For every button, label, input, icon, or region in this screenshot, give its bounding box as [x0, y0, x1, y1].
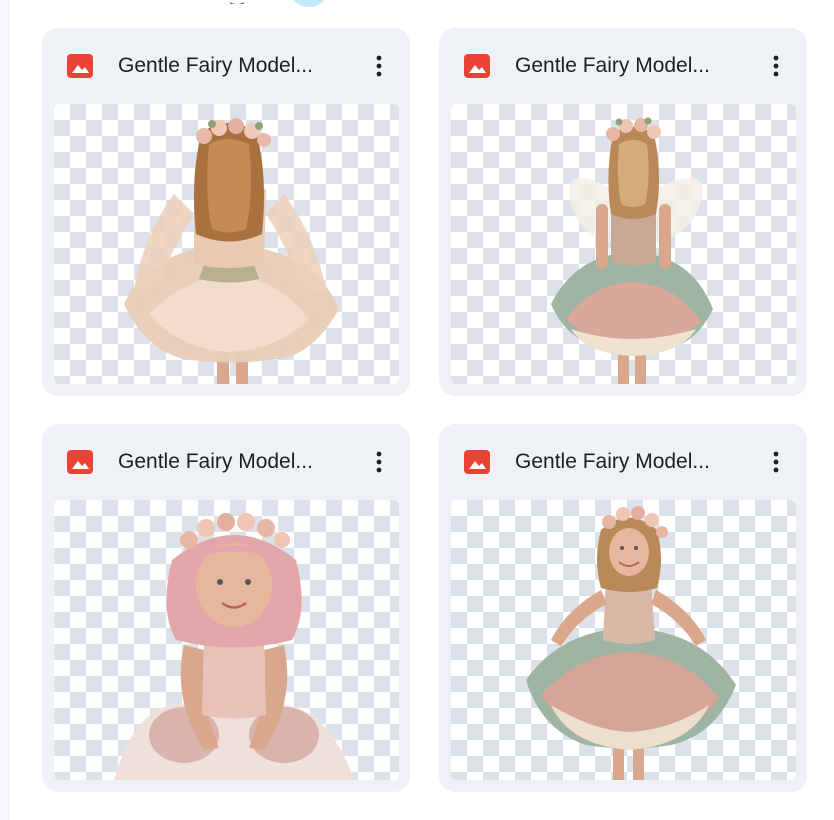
file-thumbnail[interactable]: [451, 500, 796, 780]
truncated-header-text: [200, 0, 260, 4]
image-file-icon: [67, 54, 93, 78]
image-file-icon: [67, 450, 93, 474]
file-card-header: Gentle Fairy Model...: [439, 424, 807, 500]
file-title[interactable]: Gentle Fairy Model...: [118, 448, 348, 476]
avatar[interactable]: [290, 0, 328, 7]
file-card[interactable]: Gentle Fairy Model...: [42, 28, 410, 396]
drive-file-grid-page: Gentle Fairy Model... Gentle Fairy Model…: [0, 0, 834, 820]
file-title[interactable]: Gentle Fairy Model...: [515, 52, 745, 80]
more-vert-icon[interactable]: [761, 446, 791, 478]
file-card-header: Gentle Fairy Model...: [439, 28, 807, 104]
more-vert-icon[interactable]: [364, 446, 394, 478]
file-card[interactable]: Gentle Fairy Model...: [42, 424, 410, 792]
more-vert-icon[interactable]: [364, 50, 394, 82]
file-thumbnail[interactable]: [54, 500, 399, 780]
girl-smiling-tutu-thumbnail: [526, 506, 736, 780]
file-card[interactable]: Gentle Fairy Model...: [439, 28, 807, 396]
file-card-header: Gentle Fairy Model...: [42, 28, 410, 104]
more-vert-icon[interactable]: [761, 50, 791, 82]
file-title[interactable]: Gentle Fairy Model...: [118, 52, 348, 80]
file-grid: Gentle Fairy Model... Gentle Fairy Model…: [42, 28, 807, 792]
file-thumbnail[interactable]: [451, 104, 796, 384]
girl-back-view-thumbnail: [124, 118, 339, 384]
file-thumbnail[interactable]: [54, 104, 399, 384]
image-file-icon: [464, 450, 490, 474]
file-title[interactable]: Gentle Fairy Model...: [515, 448, 745, 476]
left-panel-edge: [0, 0, 9, 820]
file-card-header: Gentle Fairy Model...: [42, 424, 410, 500]
file-card[interactable]: Gentle Fairy Model...: [439, 424, 807, 792]
image-file-icon: [464, 54, 490, 78]
girl-fairy-wings-thumbnail: [551, 117, 713, 384]
girl-pink-hair-thumbnail: [114, 513, 354, 780]
